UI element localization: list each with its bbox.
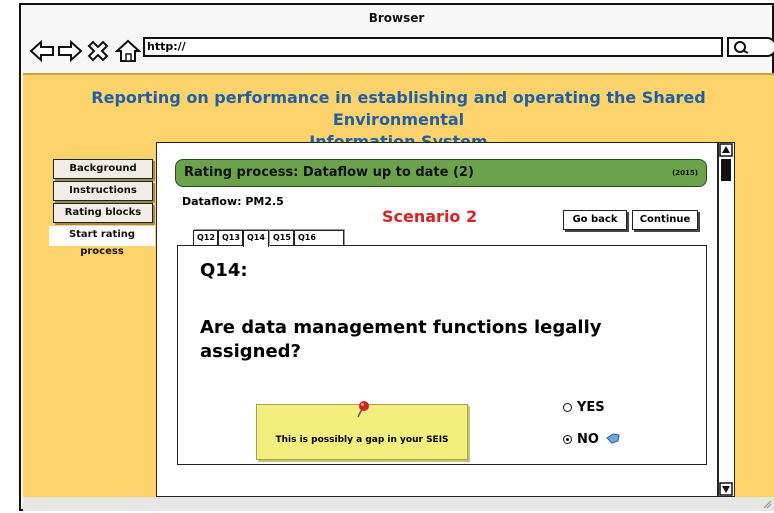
close-icon[interactable] <box>85 39 111 63</box>
sidebar-item-background[interactable]: Background <box>53 159 153 179</box>
status-bar <box>23 497 774 511</box>
forward-arrow-icon[interactable] <box>57 39 83 63</box>
question-number: Q14: <box>200 260 248 281</box>
back-arrow-icon[interactable] <box>29 39 55 63</box>
resize-grip-icon[interactable] <box>762 499 772 509</box>
sticky-note: This is possibly a gap in your SEIS <box>256 401 468 460</box>
scroll-up-icon[interactable] <box>719 143 733 157</box>
tab-q15[interactable]: Q15 <box>269 230 294 246</box>
browser-window: Browser http:// Reporting on performance… <box>19 3 774 511</box>
vertical-scrollbar[interactable] <box>718 142 735 497</box>
option-no-label: NO <box>577 432 599 447</box>
dataflow-label: Dataflow: PM2.5 <box>182 195 284 208</box>
tab-q12[interactable]: Q12 <box>193 230 218 246</box>
question-text: Are data management functions legally as… <box>200 317 602 362</box>
home-icon[interactable] <box>115 39 141 63</box>
rating-process-title: Rating process: Dataflow up to date (2) <box>184 165 474 180</box>
sidebar-item-start-rating-process[interactable]: Start rating process <box>49 226 155 257</box>
rating-panel: Rating process: Dataflow up to date (2) … <box>156 142 718 497</box>
scroll-down-icon[interactable] <box>719 482 733 496</box>
page-title-line1: Reporting on performance in establishing… <box>91 88 706 129</box>
continue-button[interactable]: Continue <box>632 210 698 230</box>
scenario-label: Scenario 2 <box>382 207 478 226</box>
address-bar[interactable]: http:// <box>143 37 723 57</box>
note-text: This is possibly a gap in your SEIS <box>275 435 449 445</box>
radio-no[interactable] <box>563 435 572 444</box>
option-no[interactable]: NO <box>563 432 621 447</box>
rating-year: (2015) <box>672 169 698 177</box>
search-box[interactable] <box>727 37 774 57</box>
tab-q14[interactable]: Q14 <box>243 230 269 247</box>
option-yes-label: YES <box>577 400 605 415</box>
pushpin-icon <box>357 401 369 418</box>
radio-yes[interactable] <box>563 403 572 412</box>
option-yes[interactable]: YES <box>563 400 605 415</box>
window-title: Browser <box>368 11 425 25</box>
sidebar-item-instructions[interactable]: Instructions <box>53 181 153 201</box>
rating-process-header: Rating process: Dataflow up to date (2) … <box>175 159 707 187</box>
tab-q16[interactable]: Q16 <box>294 230 344 246</box>
question-box: Q14: Are data management functions legal… <box>177 245 707 465</box>
cursor-hand-icon <box>606 433 621 444</box>
tab-q13[interactable]: Q13 <box>218 230 243 246</box>
go-back-button[interactable]: Go back <box>563 210 627 230</box>
scroll-thumb[interactable] <box>721 159 731 181</box>
search-icon <box>734 41 749 54</box>
page-content: Reporting on performance in establishing… <box>23 73 774 497</box>
sidebar-item-rating-blocks[interactable]: Rating blocks <box>53 203 153 223</box>
